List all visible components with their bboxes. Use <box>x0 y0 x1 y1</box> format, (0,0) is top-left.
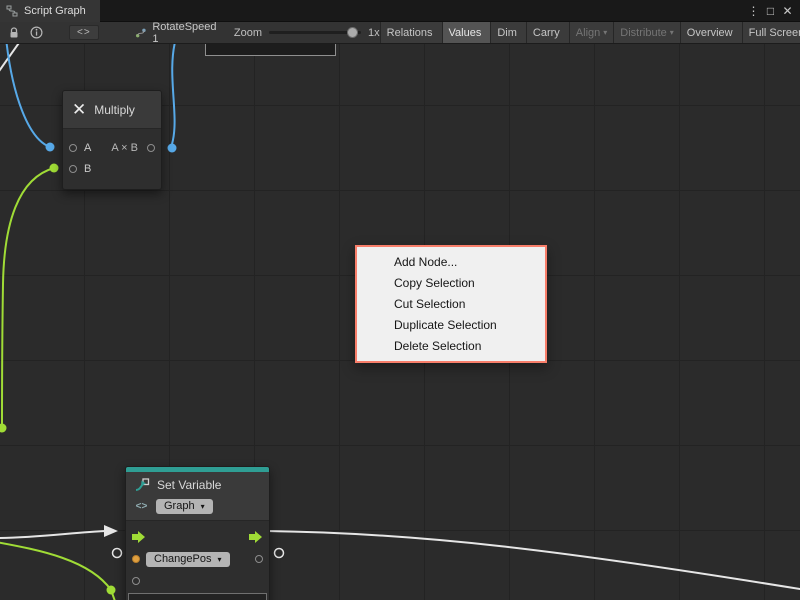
value-connection-blue-a <box>6 44 50 147</box>
value-connection-green <box>2 168 54 428</box>
value-bubble-right <box>275 549 284 558</box>
connection-endpoint-blue <box>168 144 177 153</box>
zoom-label: Zoom <box>234 27 262 39</box>
zoom-value: 1x <box>368 27 380 39</box>
flow-connection-in <box>0 531 106 538</box>
connection-endpoint-blue <box>46 143 55 152</box>
input-port-extra[interactable] <box>132 577 140 585</box>
node-inset <box>128 593 267 600</box>
set-variable-title-row: Set Variable <box>134 475 261 495</box>
lock-icon[interactable] <box>8 26 20 40</box>
multiply-icon: ✕ <box>72 101 86 118</box>
kind-value: Graph <box>164 500 195 513</box>
connection-endpoint-green <box>107 586 116 595</box>
set-variable-node[interactable]: Set Variable <> Graph ▾ <box>125 466 270 600</box>
menu-item-delete-selection[interactable]: Delete Selection <box>357 336 545 357</box>
info-icon[interactable] <box>30 26 43 39</box>
port-a-label: A <box>84 142 91 154</box>
multiply-node-title: Multiply <box>94 103 135 117</box>
set-variable-title: Set Variable <box>157 478 221 492</box>
port-result-label: A × B <box>111 142 138 154</box>
maximize-icon[interactable]: □ <box>762 4 779 18</box>
value-input-port[interactable] <box>132 555 140 563</box>
graph-canvas[interactable]: ✕ Multiply A A × B B <box>0 44 800 600</box>
flow-output-port[interactable] <box>249 531 263 543</box>
script-graph-icon <box>6 5 18 17</box>
set-variable-body: ChangePos ▾ <box>126 526 269 592</box>
full-screen-button[interactable]: Full Screen <box>742 22 800 44</box>
multiply-node-header[interactable]: ✕ Multiply <box>63 91 161 129</box>
dropdown-caret-icon: ▾ <box>201 500 205 513</box>
code-icon: <> <box>134 501 149 512</box>
close-icon[interactable]: ✕ <box>779 4 796 18</box>
window-tab[interactable]: Script Graph <box>0 0 100 22</box>
connection-endpoint-green <box>50 164 59 173</box>
value-bubble-left <box>113 549 122 558</box>
zoom-slider[interactable] <box>269 31 361 34</box>
port-b-label: B <box>84 163 91 175</box>
flow-connection-out <box>266 531 800 590</box>
chevron-down-icon: ▾ <box>603 28 607 37</box>
multiply-node[interactable]: ✕ Multiply A A × B B <box>62 90 162 190</box>
set-variable-header[interactable]: Set Variable <> Graph ▾ <box>126 472 269 521</box>
chevron-down-icon: ▾ <box>670 28 674 37</box>
variable-name-value: ChangePos <box>154 553 212 566</box>
menu-item-add-node[interactable]: Add Node... <box>357 252 545 273</box>
dropdown-caret-icon: ▾ <box>218 553 222 566</box>
value-connection-green-bottom <box>0 542 116 600</box>
zoom-slider-knob[interactable] <box>347 27 358 38</box>
multiply-node-body: A A × B B <box>63 129 161 179</box>
value-connection-blue-out <box>172 44 176 144</box>
graph-owner-icon <box>135 27 147 39</box>
input-port-b[interactable] <box>69 165 77 173</box>
clipped-node[interactable] <box>205 44 336 56</box>
set-variable-icon <box>134 477 150 493</box>
menu-item-duplicate-selection[interactable]: Duplicate Selection <box>357 315 545 336</box>
menu-item-cut-selection[interactable]: Cut Selection <box>357 294 545 315</box>
context-menu: Add Node... Copy Selection Cut Selection… <box>355 245 547 363</box>
dim-button[interactable]: Dim <box>490 22 526 44</box>
flow-row <box>126 526 269 548</box>
flow-connection-topleft <box>0 44 21 74</box>
toolbar-buttons: Relations Values Dim Carry Align▾ Distri… <box>380 22 800 44</box>
variable-kind-dropdown[interactable]: Graph ▾ <box>156 499 213 514</box>
port-row-b: B <box>63 158 161 179</box>
window-title: Script Graph <box>24 5 86 17</box>
breadcrumb-label: RotateSpeed 1 <box>152 22 218 44</box>
variable-value-row: ChangePos ▾ <box>126 548 269 570</box>
zoom-control: Zoom 1x <box>234 27 380 39</box>
graph-toolbar: <> RotateSpeed 1 Zoom 1x Relations Value… <box>0 22 800 44</box>
menu-item-copy-selection[interactable]: Copy Selection <box>357 273 545 294</box>
connection-endpoint-green <box>0 424 7 433</box>
set-variable-kind-row: <> Graph ▾ <box>134 497 261 515</box>
relations-button[interactable]: Relations <box>380 22 442 44</box>
values-button[interactable]: Values <box>442 22 491 44</box>
carry-button[interactable]: Carry <box>526 22 569 44</box>
distribute-button[interactable]: Distribute▾ <box>613 22 679 44</box>
port-row-a: A A × B <box>63 137 161 158</box>
input-port-a[interactable] <box>69 144 77 152</box>
title-bar: Script Graph ⋮ □ ✕ <box>0 0 800 22</box>
code-preview-toggle[interactable]: <> <box>69 25 99 40</box>
flow-arrowhead <box>104 525 118 537</box>
script-graph-window: Script Graph ⋮ □ ✕ <> RotateSpeed <box>0 0 800 600</box>
overview-button[interactable]: Overview <box>680 22 742 44</box>
code-toggle-label: <> <box>77 27 91 38</box>
window-menu-icon[interactable]: ⋮ <box>745 4 762 18</box>
breadcrumb[interactable]: RotateSpeed 1 <box>135 22 218 44</box>
align-button[interactable]: Align▾ <box>569 22 613 44</box>
extra-port-row <box>126 570 269 592</box>
flow-input-port[interactable] <box>132 531 146 543</box>
window-controls: ⋮ □ ✕ <box>745 4 800 18</box>
value-output-port[interactable] <box>255 555 263 563</box>
output-port-result[interactable] <box>147 144 155 152</box>
variable-name-dropdown[interactable]: ChangePos ▾ <box>146 552 230 567</box>
